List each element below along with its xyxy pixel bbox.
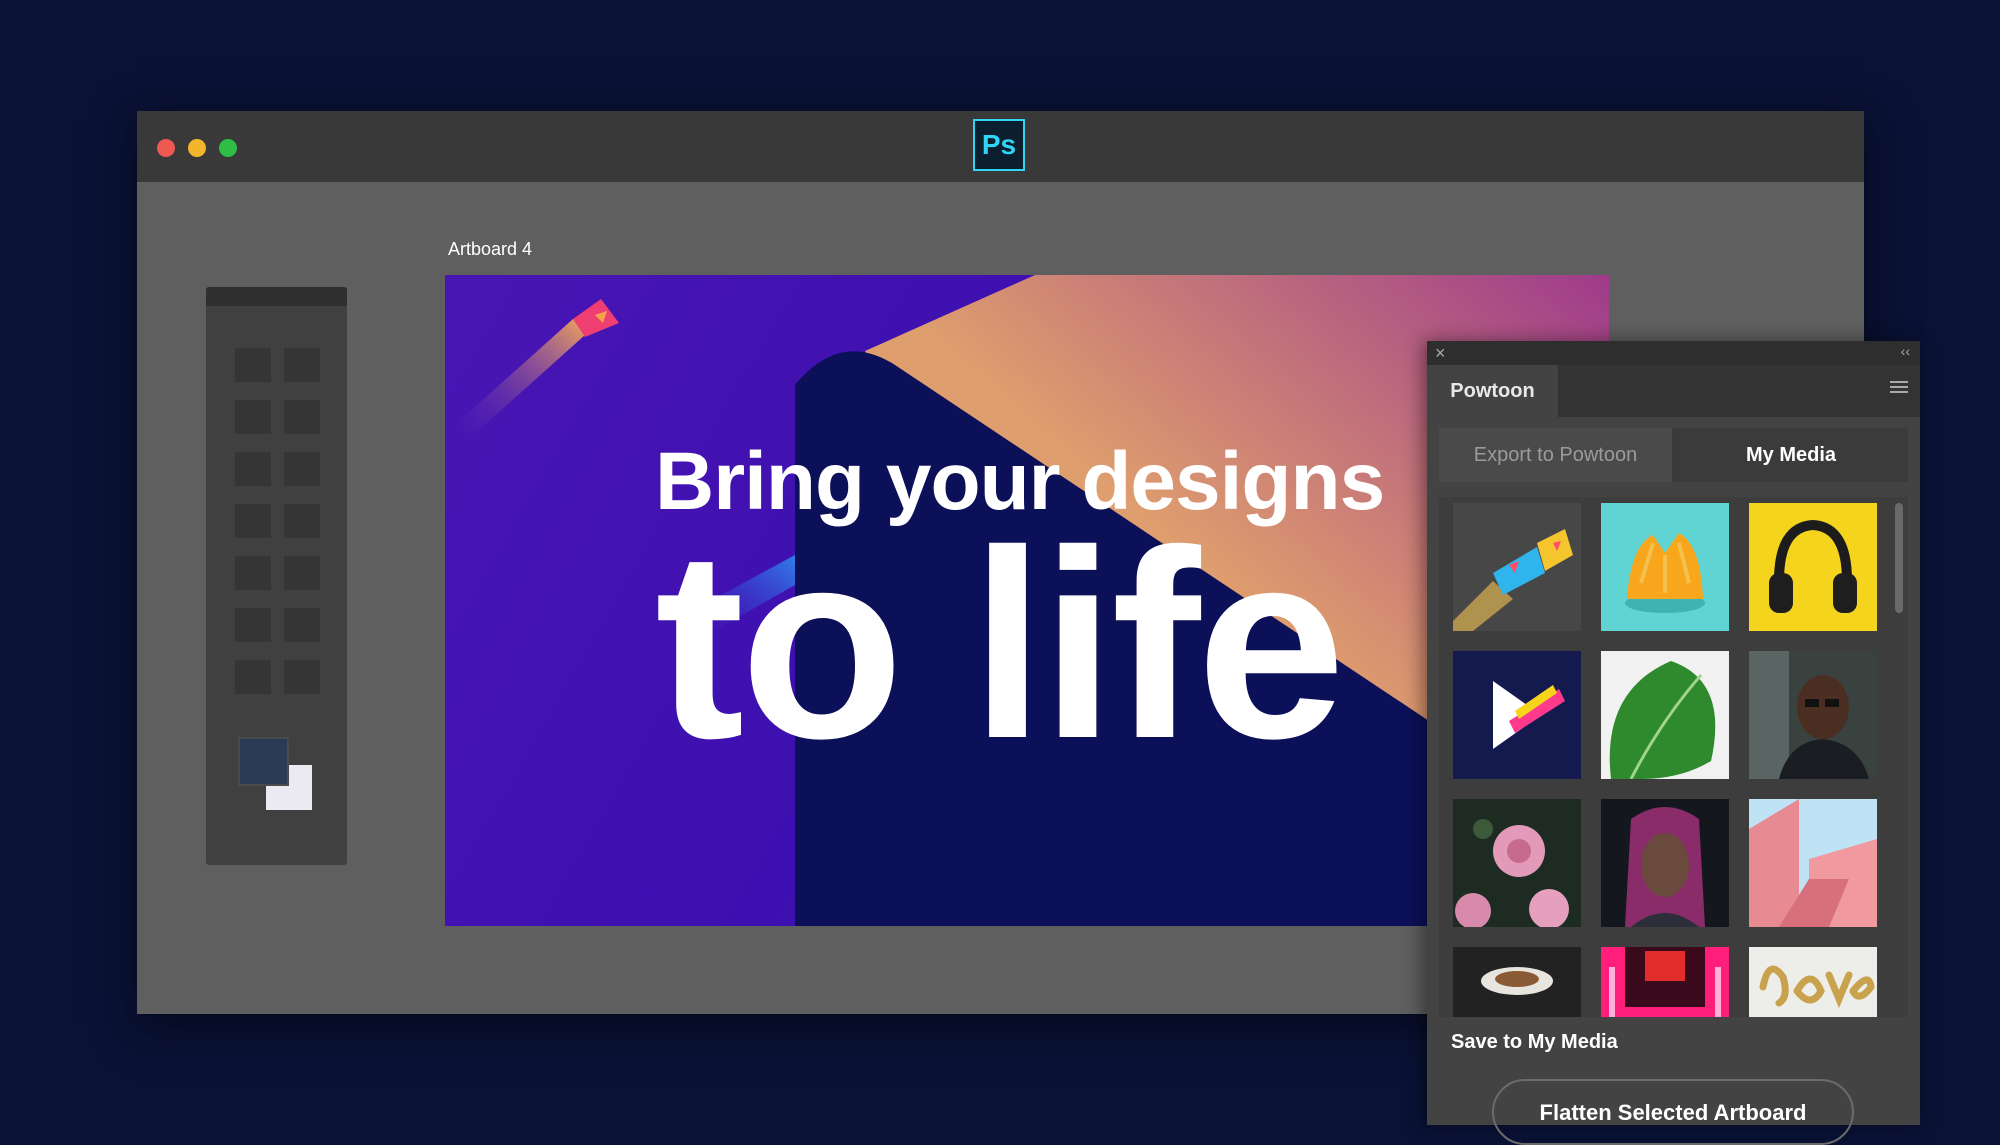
man-with-glasses-thumbnail[interactable]: [1749, 651, 1877, 779]
tool-button[interactable]: [284, 348, 320, 382]
media-grid-scrollbar[interactable]: [1895, 503, 1903, 613]
coffee-thumbnail[interactable]: [1453, 947, 1581, 1017]
media-grid: [1439, 497, 1908, 1017]
neon-sign-thumbnail[interactable]: [1601, 947, 1729, 1017]
tool-button[interactable]: [235, 608, 271, 642]
tool-button[interactable]: [235, 348, 271, 382]
tool-button[interactable]: [284, 400, 320, 434]
tool-button[interactable]: [284, 608, 320, 642]
minimize-window-button[interactable]: [188, 139, 206, 157]
my-media-button[interactable]: My Media: [1674, 428, 1908, 482]
tool-button[interactable]: [284, 556, 320, 590]
save-to-my-media-label: Save to My Media: [1451, 1031, 1618, 1053]
title-bar: Ps: [137, 111, 1864, 182]
headline-line-2: to life: [655, 494, 1346, 794]
powtoon-logo-image: [1493, 681, 1565, 749]
export-to-powtoon-button[interactable]: Export to Powtoon: [1439, 428, 1672, 482]
panel-top-bar: × ‹‹: [1427, 341, 1920, 365]
woman-portrait-image: [1625, 807, 1705, 927]
tool-button[interactable]: [235, 400, 271, 434]
leaf-image: [1609, 661, 1716, 779]
orange-thumbnail[interactable]: [1601, 503, 1729, 631]
headphones-thumbnail[interactable]: [1749, 503, 1877, 631]
headphones-image: [1769, 519, 1857, 613]
tool-button[interactable]: [235, 504, 271, 538]
powtoon-logo-thumbnail[interactable]: [1453, 651, 1581, 779]
tool-button[interactable]: [284, 660, 320, 694]
foreground-color-swatch[interactable]: [238, 737, 289, 786]
man-with-glasses-image: [1749, 651, 1869, 779]
flowers-thumbnail[interactable]: [1453, 799, 1581, 927]
tools-panel-header[interactable]: [206, 287, 347, 306]
photoshop-logo: Ps: [973, 119, 1025, 171]
maximize-window-button[interactable]: [219, 139, 237, 157]
tool-button[interactable]: [284, 504, 320, 538]
orange-image: [1625, 533, 1705, 613]
collapse-icon[interactable]: ‹‹: [1901, 343, 1910, 359]
panel-menu-icon[interactable]: [1890, 381, 1908, 397]
powtoon-pencil-image: [1453, 529, 1573, 631]
flowers-image: [1455, 819, 1569, 927]
leaf-thumbnail[interactable]: [1601, 651, 1729, 779]
tool-button[interactable]: [235, 452, 271, 486]
love-balloon-thumbnail[interactable]: [1749, 947, 1877, 1017]
panel-segmented-control: Export to Powtoon My Media: [1439, 428, 1908, 482]
coffee-image: [1481, 967, 1553, 995]
powtoon-pencil-thumbnail[interactable]: [1453, 503, 1581, 631]
pink-building-thumbnail[interactable]: [1749, 799, 1877, 927]
flatten-selected-artboard-button[interactable]: Flatten Selected Artboard: [1492, 1079, 1854, 1145]
tool-button[interactable]: [284, 452, 320, 486]
panel-tab-bar: Powtoon: [1427, 365, 1920, 417]
close-window-button[interactable]: [157, 139, 175, 157]
close-icon[interactable]: ×: [1435, 343, 1446, 364]
love-balloon-image: [1759, 965, 1875, 1009]
pink-building-image: [1749, 799, 1877, 927]
neon-sign-image: [1609, 947, 1721, 1017]
tool-button[interactable]: [235, 660, 271, 694]
tools-panel: [206, 287, 347, 865]
tab-powtoon[interactable]: Powtoon: [1427, 365, 1558, 417]
woman-portrait-thumbnail[interactable]: [1601, 799, 1729, 927]
powtoon-panel: × ‹‹ Powtoon Export to Powtoon My Media: [1427, 341, 1920, 1145]
tool-button[interactable]: [235, 556, 271, 590]
artboard-label: Artboard 4: [448, 239, 533, 259]
